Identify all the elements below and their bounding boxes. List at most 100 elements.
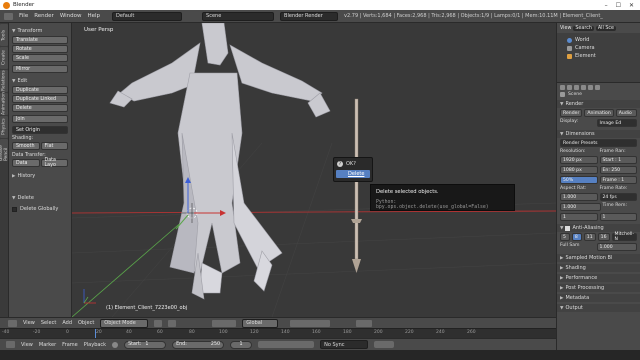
orientation-selector[interactable]: Global — [242, 318, 279, 328]
frame-start-field[interactable]: Start : 1 — [599, 156, 637, 164]
render-button[interactable]: Render — [560, 109, 583, 117]
render-context-icon[interactable] — [560, 85, 565, 90]
end-frame-field[interactable]: End: 250 — [172, 340, 225, 349]
aa-filter-dropdown[interactable]: Mitchell-N — [611, 232, 638, 242]
metadata-panel-header[interactable]: ▶ Metadata — [557, 294, 640, 302]
join-button[interactable]: Join — [12, 115, 68, 123]
aa-sample-5[interactable]: 5 — [560, 233, 570, 241]
audio-button[interactable]: Audio — [615, 109, 637, 117]
menu-select[interactable]: Select — [41, 320, 56, 326]
timeline-ruler[interactable]: -40 -20 0 20 40 60 80 100 120 140 160 18… — [0, 328, 556, 339]
close-icon[interactable]: ✕ — [629, 2, 634, 9]
editor-type-icon[interactable] — [6, 341, 15, 348]
world-context-icon[interactable] — [581, 85, 586, 90]
display-dropdown[interactable]: Image Ed — [596, 119, 637, 127]
mode-selector[interactable]: Object Mode — [100, 318, 149, 328]
pivot-icon[interactable] — [168, 319, 177, 327]
editor-type-icon[interactable] — [8, 319, 17, 327]
frame-end-field[interactable]: En: 250 — [599, 166, 637, 174]
sync-selector[interactable]: No Sync — [320, 340, 369, 349]
scene-selector[interactable]: Scene — [202, 11, 275, 21]
viewport-shading-icon[interactable] — [154, 319, 163, 327]
record-icon[interactable] — [112, 341, 119, 348]
tab-create[interactable]: Create — [0, 47, 8, 69]
menu-file[interactable]: File — [19, 13, 28, 19]
time-remap-old-field[interactable]: 1 — [560, 213, 598, 221]
anti-aliasing-checkbox[interactable] — [565, 225, 571, 231]
aa-filter-size-field[interactable]: 1.000 — [596, 243, 637, 251]
minimize-icon[interactable]: – — [605, 2, 608, 9]
keying-icon[interactable] — [374, 341, 395, 348]
shading-panel-header[interactable]: ▶ Shading — [557, 264, 640, 272]
edit-panel-header[interactable]: ▼ Edit — [12, 77, 68, 85]
layers-icon[interactable] — [290, 319, 331, 327]
flat-button[interactable]: Flat — [40, 142, 68, 150]
timeline-menu-view[interactable]: View — [21, 342, 33, 348]
animation-button[interactable]: Animation — [584, 109, 614, 117]
aa-sample-16[interactable]: 16 — [597, 233, 610, 241]
render-presets-dropdown[interactable]: Render Presets — [560, 139, 637, 147]
data-button[interactable]: Data — [12, 159, 40, 167]
history-panel-header[interactable]: ▶ History — [12, 172, 68, 180]
outliner-scope[interactable]: All Sce — [595, 25, 616, 31]
full-sample-label[interactable]: Full Sam — [560, 242, 595, 249]
translate-button[interactable]: Translate — [12, 36, 68, 44]
menu-add[interactable]: Add — [62, 320, 72, 326]
set-origin-dropdown[interactable]: Set Origin — [12, 126, 68, 134]
scene-context-icon[interactable] — [574, 85, 579, 90]
confirm-delete-button[interactable]: Delete — [336, 170, 370, 178]
data-layout-button[interactable]: Data Layo — [40, 158, 68, 168]
resolution-percent-field[interactable]: 50% — [560, 176, 598, 184]
render-engine-selector[interactable]: Blender Render — [280, 11, 339, 21]
object-context-icon[interactable] — [588, 85, 593, 90]
timeline-menu-frame[interactable]: Frame — [62, 342, 78, 348]
delete-button[interactable]: Delete — [12, 104, 68, 112]
aa-sample-8[interactable]: 8 — [571, 233, 582, 241]
layers-context-icon[interactable] — [567, 85, 572, 90]
transform-panel-header[interactable]: ▼ Transform — [12, 27, 68, 35]
character-model[interactable] — [109, 23, 331, 300]
resolution-y-field[interactable]: 1080 px — [560, 166, 598, 174]
tab-physics[interactable]: Physics — [0, 116, 8, 138]
current-frame-field[interactable]: 1 — [230, 340, 253, 349]
tab-animation[interactable]: Animation — [0, 93, 8, 115]
delete-operator-header[interactable]: ▼ Delete — [12, 194, 68, 202]
material-context-icon[interactable] — [595, 85, 600, 90]
manipulator-toggle-icon[interactable] — [212, 319, 237, 327]
menu-render[interactable]: Render — [34, 13, 54, 19]
time-remap-new-field[interactable]: 1 — [599, 213, 637, 221]
timeline-menu-marker[interactable]: Marker — [39, 342, 56, 348]
timeline-menu-playback[interactable]: Playback — [84, 342, 106, 348]
start-frame-field[interactable]: Start: 1 — [124, 340, 167, 349]
frame-rate-dropdown[interactable]: 24 fps — [599, 193, 637, 201]
outliner-view-menu[interactable]: View — [560, 26, 571, 31]
tab-tools[interactable]: Tools — [0, 24, 8, 46]
maximize-icon[interactable]: ☐ — [616, 2, 621, 9]
aspect-y-field[interactable]: 1.000 — [560, 203, 601, 211]
menu-help[interactable]: Help — [88, 13, 101, 19]
scale-button[interactable]: Scale — [12, 54, 68, 62]
menu-view[interactable]: View — [23, 320, 35, 326]
tab-relations[interactable]: Relations — [0, 70, 8, 92]
layout-selector[interactable]: Default — [112, 11, 183, 21]
render-panel-header[interactable]: ▼ Render — [557, 100, 640, 108]
sword-model[interactable] — [351, 98, 362, 273]
duplicate-linked-button[interactable]: Duplicate Linked — [12, 95, 68, 103]
3d-viewport[interactable] — [72, 23, 556, 317]
menu-window[interactable]: Window — [60, 13, 82, 19]
output-panel-header[interactable]: ▼ Output — [557, 304, 640, 312]
delete-globally-row[interactable]: Delete Globally — [12, 205, 68, 213]
dimensions-panel-header[interactable]: ▼ Dimensions — [557, 130, 640, 138]
anti-aliasing-panel-header[interactable]: ▼ Anti-Aliasing — [557, 224, 640, 232]
rotate-button[interactable]: Rotate — [12, 45, 68, 53]
post-processing-panel-header[interactable]: ▶ Post Processing — [557, 284, 640, 292]
sampled-motion-blur-header[interactable]: ▶ Sampled Motion Bl — [557, 254, 640, 262]
menu-object[interactable]: Object — [78, 320, 94, 326]
duplicate-button[interactable]: Duplicate — [12, 86, 68, 94]
tab-grease-pencil[interactable]: Grease Pencil — [0, 139, 9, 161]
outliner-item-world[interactable]: World — [557, 36, 640, 44]
frame-step-field[interactable]: Frame : 1 — [599, 176, 637, 184]
smooth-button[interactable]: Smooth — [12, 142, 40, 150]
outliner-search[interactable]: Search — [573, 25, 594, 31]
editor-type-icon[interactable] — [4, 12, 13, 20]
